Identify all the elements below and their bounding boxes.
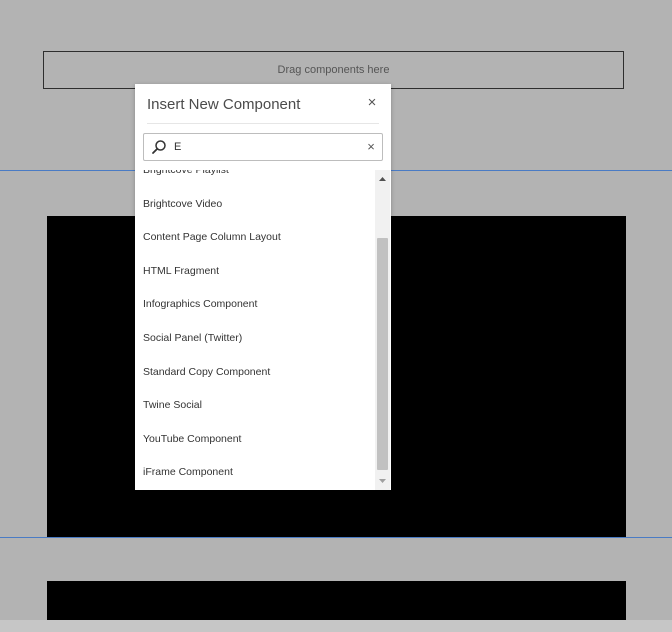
component-list-item[interactable]: Social Panel (Twitter) — [135, 322, 375, 356]
component-list-item[interactable]: Infographics Component — [135, 288, 375, 322]
component-list-item[interactable]: YouTube Component — [135, 423, 375, 457]
scroll-thumb[interactable] — [377, 238, 388, 470]
component-list-item[interactable]: Twine Social — [135, 389, 375, 423]
arrow-up-icon[interactable] — [375, 172, 390, 187]
bottom-bar — [0, 620, 672, 632]
component-list-item[interactable]: iFrame Component — [135, 456, 375, 490]
clear-search-button[interactable]: × — [364, 138, 378, 156]
guide-line-bottom — [0, 537, 672, 538]
dialog-title: Insert New Component — [147, 96, 301, 113]
dialog-header: Insert New Component × — [135, 84, 391, 124]
search-icon — [152, 140, 166, 154]
close-button[interactable]: × — [365, 95, 379, 111]
arrow-down-icon[interactable] — [375, 473, 390, 488]
component-list-item[interactable]: Brightcove Video — [135, 188, 375, 222]
header-divider — [147, 123, 379, 124]
drop-zone-label: Drag components here — [277, 64, 390, 76]
search-box[interactable]: × — [143, 133, 383, 161]
component-list-item[interactable]: Brightcove Playlist — [135, 170, 375, 188]
scrollbar[interactable] — [375, 170, 390, 490]
component-list-item[interactable]: Content Page Column Layout — [135, 221, 375, 255]
component-list-item[interactable]: Standard Copy Component — [135, 356, 375, 390]
component-list-item[interactable]: HTML Fragment — [135, 255, 375, 289]
component-placeholder-block-lower[interactable] — [47, 581, 626, 620]
component-list-inner: Brightcove Playlist Brightcove Video Conte… — [135, 170, 375, 490]
insert-component-dialog: Insert New Component × × Brightcove Play… — [135, 84, 391, 490]
search-input[interactable] — [174, 137, 364, 157]
component-list[interactable]: Brightcove Playlist Brightcove Video Conte… — [135, 170, 375, 490]
